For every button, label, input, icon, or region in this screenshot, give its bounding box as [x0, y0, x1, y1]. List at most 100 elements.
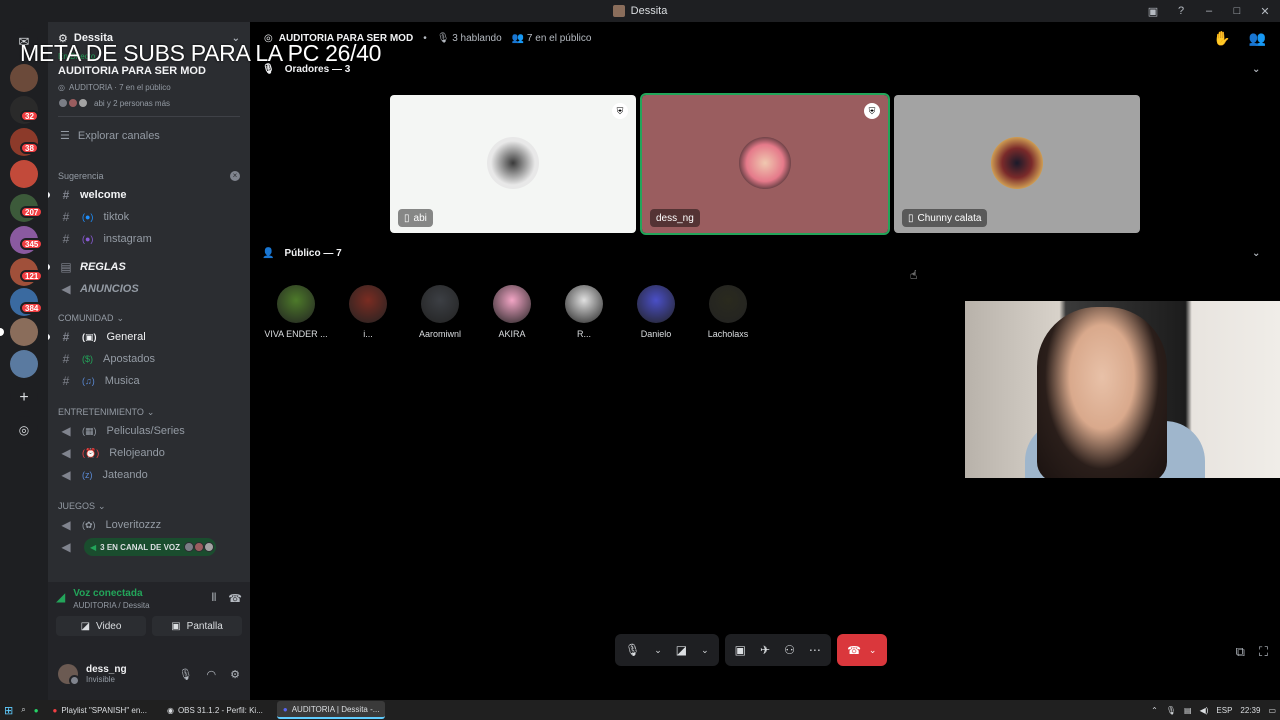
voice-connected-panel: ◢ Voz conectada AUDITORIA / Dessita ⫴ ☎ … [48, 582, 250, 648]
members-icon[interactable]: 👥 [1249, 30, 1266, 47]
chevron-down-icon[interactable]: ⌄ [1252, 64, 1260, 75]
speaker-name-tag: dess_ng [650, 209, 700, 227]
public-section-header[interactable]: 👤 Público — 7 ⌄ [262, 248, 1260, 259]
server-icon[interactable] [10, 160, 38, 188]
microphone-icon[interactable]: 🎙 [1166, 706, 1176, 715]
speaker-tile[interactable]: ▯ Chunny calata [894, 95, 1140, 233]
mobile-icon: ▯ [404, 212, 410, 224]
channel-relojeando[interactable]: ◀ (⏰) Relojeando [48, 442, 250, 464]
audience-member[interactable]: R... [548, 285, 620, 339]
avatar [58, 98, 68, 108]
signal-icon[interactable]: ◢ [56, 590, 65, 604]
channel-musica[interactable]: # (♫) Musica [48, 370, 250, 392]
taskbar-app-discord[interactable]: ● AUDITORIA | Dessita -... [276, 701, 385, 719]
activities-icon[interactable]: ✈ [760, 643, 770, 657]
chat-icon: (▣) [82, 331, 97, 342]
video-off-icon[interactable]: ◪ [676, 643, 687, 657]
raise-hand-icon[interactable]: ⚇ [784, 643, 795, 657]
avatar[interactable] [58, 664, 80, 686]
volume-icon[interactable]: ◀) [1200, 706, 1209, 715]
audience-member[interactable]: VIVA ENDER ... [260, 285, 332, 339]
notifications-icon[interactable]: ▭ [1268, 706, 1276, 715]
maximize-icon[interactable]: □ [1230, 4, 1244, 18]
server-icon[interactable] [10, 350, 38, 378]
chevron-down-icon: ⌄ [146, 406, 155, 417]
discover-icon[interactable]: ◎ [10, 416, 38, 444]
search-icon[interactable]: ⌕ [21, 705, 25, 715]
explore-channels-button[interactable]: ☰ Explorar canales [48, 123, 250, 148]
audience-member[interactable]: AKIRA [476, 285, 548, 339]
headphones-icon[interactable]: ◠ [207, 668, 217, 681]
mention-badge: 207 [20, 206, 44, 218]
channel-voice-active[interactable]: ◀ ◀ 3 EN CANAL DE VOZ [48, 536, 250, 558]
speaker-tile[interactable]: ⛨ ▯ abi [390, 95, 636, 233]
username[interactable]: dess_ng [86, 664, 127, 675]
microphone-icon[interactable]: 🎙 [179, 668, 193, 681]
microphone-icon[interactable]: 🎙 [625, 643, 640, 657]
chevron-down-icon[interactable]: ⌄ [1252, 248, 1260, 259]
channel-peliculas[interactable]: ◀ (▦) Peliculas/Series [48, 420, 250, 442]
video-button[interactable]: ◪ Video [56, 616, 146, 636]
voice-users-pill[interactable]: ◀ 3 EN CANAL DE VOZ [84, 538, 217, 556]
taskbar-app-obs[interactable]: ◉ OBS 31.1.2 - Perfil: Ki... [161, 701, 269, 719]
network-icon[interactable]: ▤ [1184, 706, 1192, 715]
disconnect-icon[interactable]: ☎ [228, 592, 242, 605]
taskbar-app-browser[interactable]: ● Playlist "SPANISH" en... [47, 701, 153, 719]
disconnect-button[interactable]: ☎ ⌄ [836, 634, 887, 666]
clock[interactable]: 22:39 [1240, 706, 1260, 715]
audience-member[interactable]: Aaromiwnl [404, 285, 476, 339]
channel-reglas[interactable]: ▤ REGLAS [48, 256, 250, 278]
help-icon[interactable]: ? [1174, 4, 1188, 18]
channel-apostados[interactable]: # ($) Apostados [48, 348, 250, 370]
server-icon-dessita[interactable] [10, 318, 38, 346]
minimize-icon[interactable]: – [1202, 4, 1216, 18]
channel-welcome[interactable]: # welcome [48, 184, 250, 206]
popout-icon[interactable]: ⧉ [1236, 644, 1245, 660]
speaker-tile-speaking[interactable]: ⛨ dess_ng [640, 93, 890, 235]
whatsapp-icon[interactable]: ● [34, 706, 39, 715]
settings-gear-icon[interactable]: ⚙ [230, 668, 240, 681]
channel-instagram[interactable]: # (●) instagram [48, 228, 250, 250]
close-icon[interactable]: × [230, 171, 240, 181]
audience-member[interactable]: Lacholaxs [692, 285, 764, 339]
channel-tiktok[interactable]: # (●) tiktok [48, 206, 250, 228]
chevron-down-icon[interactable]: ⌄ [654, 645, 662, 656]
chevron-down-icon[interactable]: ⌄ [701, 645, 709, 656]
more-options-icon[interactable]: ⋯ [809, 643, 821, 657]
browser-icon: ● [52, 705, 58, 715]
speaker-name-tag: ▯ Chunny calata [902, 209, 988, 227]
voice-status[interactable]: Voz conectada [73, 588, 149, 599]
category-suggestion[interactable]: Sugerencia × [48, 168, 250, 184]
raise-hand-icon[interactable]: ✋ [1213, 30, 1230, 47]
category-games[interactable]: JUEGOS ⌄ [48, 498, 250, 514]
dollar-icon: ($) [82, 354, 93, 364]
category-entertainment[interactable]: ENTRETENIMIENTO ⌄ [48, 404, 250, 420]
soundboard-icon[interactable]: ⫴ [212, 592, 217, 605]
mention-badge: 345 [20, 238, 44, 250]
screen-share-icon[interactable]: ▣ [735, 643, 746, 657]
close-icon[interactable]: ✕ [1258, 4, 1272, 18]
audience-member[interactable]: i... [332, 285, 404, 339]
title-bar: Dessita ▣ ? – □ ✕ [0, 0, 1280, 22]
fullscreen-icon[interactable]: ⛶ [1259, 644, 1268, 660]
channel-anuncios[interactable]: ◀ ANUNCIOS [48, 278, 250, 300]
channel-jateando[interactable]: ◀ (z) Jateando [48, 464, 250, 486]
add-server-icon[interactable]: + [10, 384, 38, 412]
inbox-icon[interactable]: ▣ [1146, 4, 1160, 18]
channel-loveritozzz[interactable]: ◀ (✿) Loveritozzz [48, 514, 250, 536]
audience-member[interactable]: Danielo [620, 285, 692, 339]
server-icon[interactable] [10, 64, 38, 92]
voice-location[interactable]: AUDITORIA / Dessita [73, 601, 149, 610]
hashtag-icon: # [62, 188, 70, 202]
windows-start-icon[interactable]: ⊞ [4, 704, 13, 717]
chevron-up-icon[interactable]: ⌃ [1151, 706, 1158, 715]
screen-share-button[interactable]: ▣ Pantalla [152, 616, 242, 636]
mention-badge: 32 [20, 110, 39, 122]
user-panel: dess_ng Invisible 🎙 ◠ ⚙ [48, 648, 250, 700]
language-indicator[interactable]: ESP [1216, 706, 1232, 715]
speaker-icon: ◀ [61, 518, 71, 532]
user-status: Invisible [86, 675, 115, 684]
channel-general[interactable]: # (▣) General [48, 326, 250, 348]
system-tray: ⌃ 🎙 ▤ ◀) ESP 22:39 ▭ [1151, 706, 1276, 715]
category-community[interactable]: COMUNIDAD ⌄ [48, 310, 250, 326]
